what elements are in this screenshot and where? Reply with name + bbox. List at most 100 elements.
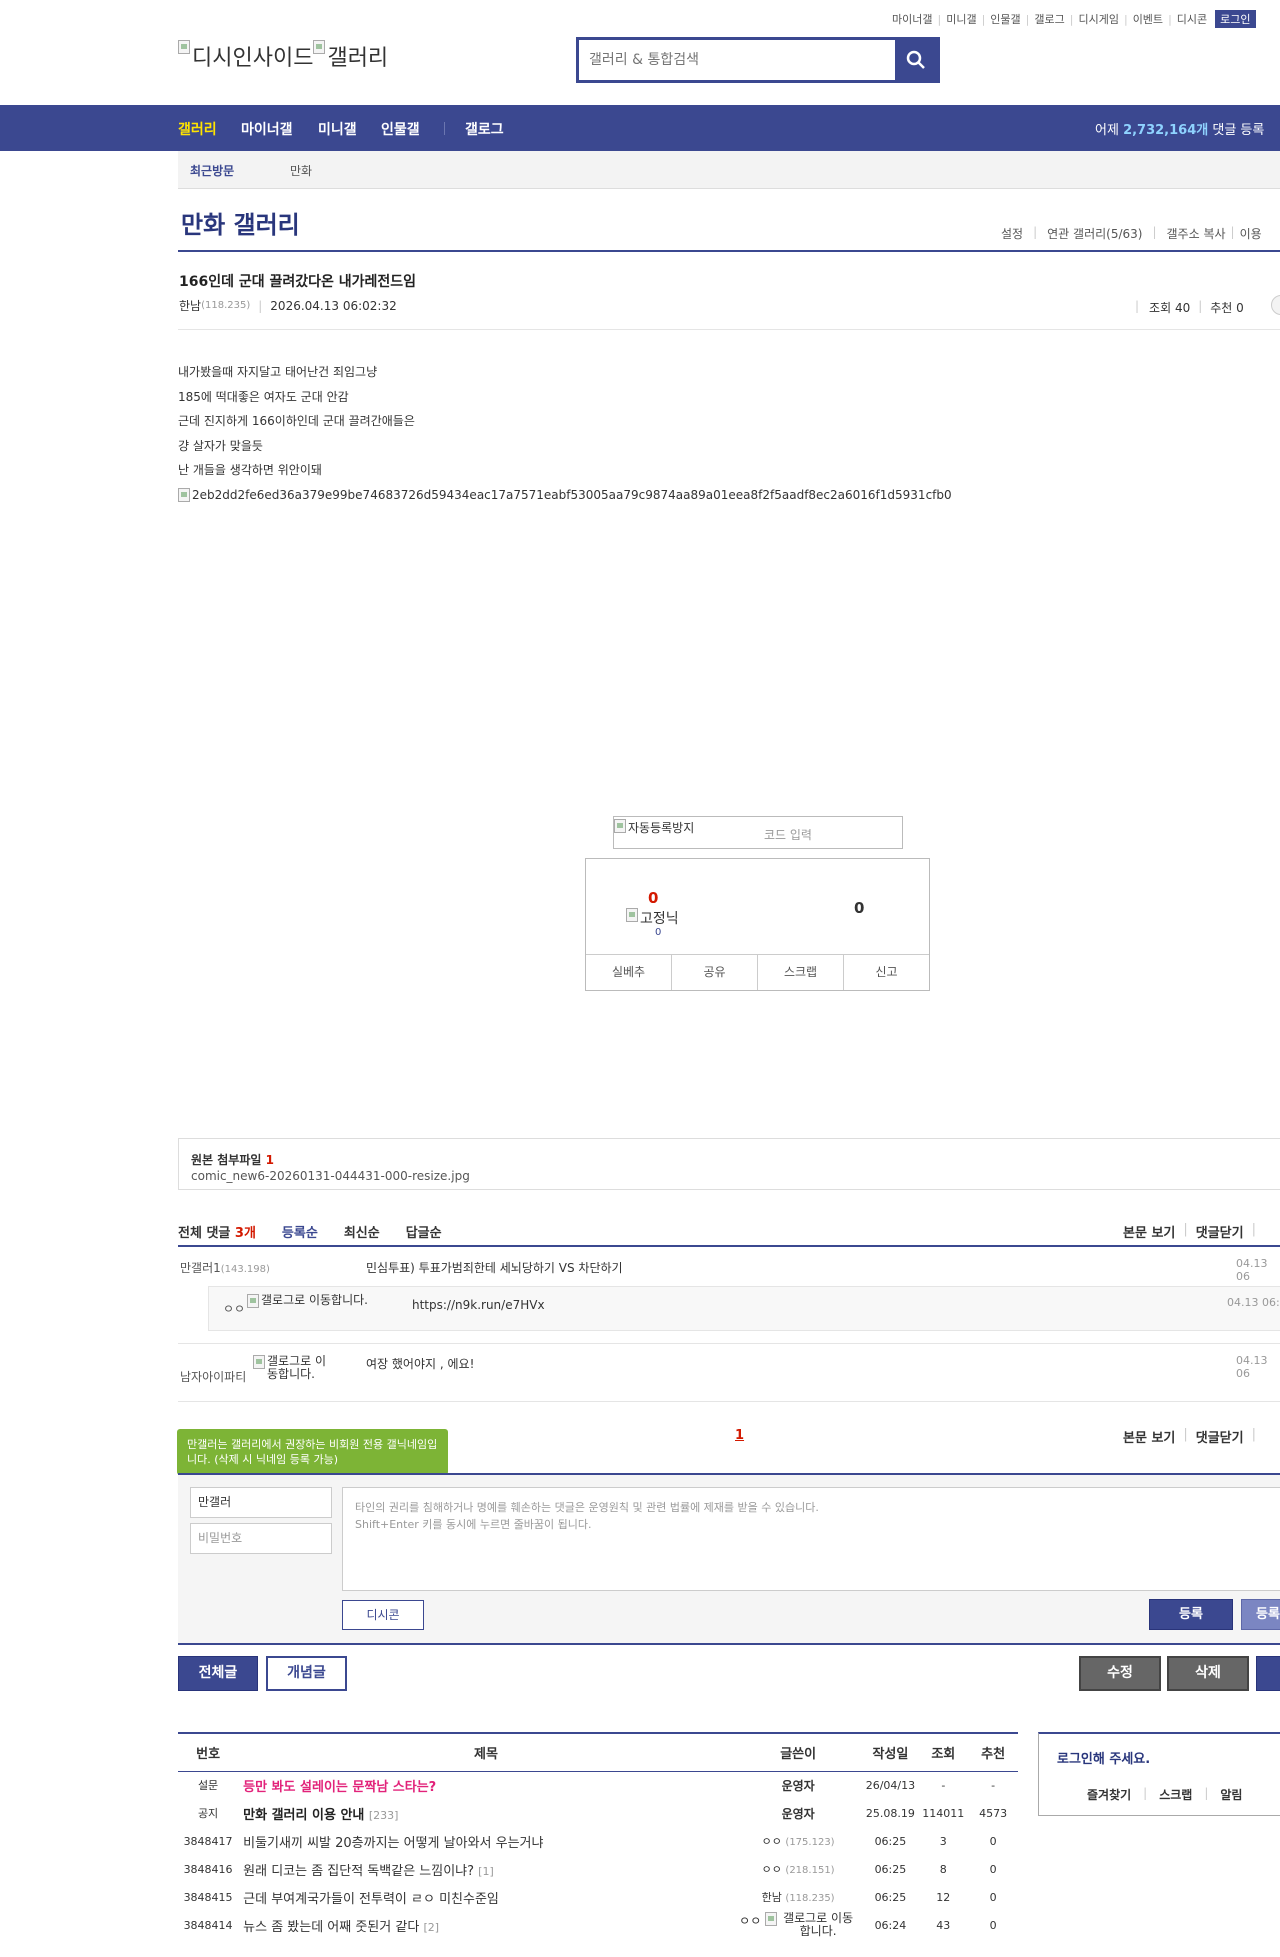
row-writer[interactable]: ㅇㅇ 갤로그로 이동합니다. [734, 1911, 863, 1939]
row-title[interactable]: 근데 부여계국가들이 전투력이 ㄹㅇ 미친수준임 [238, 1883, 734, 1911]
concept-posts-button[interactable]: 개념글 [266, 1656, 347, 1691]
share-button[interactable]: 공유 [672, 955, 758, 990]
nav-gallery[interactable]: 갤러리 [178, 119, 217, 139]
main-navbar: 갤러리 마이너갤 미니갤 인물갤 갤로그 어제 2,732,164개 댓글 등록 [0, 105, 1280, 151]
login-box-links: 즐겨찾기 | 스크랩 | 알림 [1087, 1786, 1243, 1803]
comment-header: 전체 댓글 3개 등록순 최신순 답글순 [178, 1222, 442, 1241]
post-share-icon[interactable] [1271, 295, 1280, 315]
top-utility-links: 마이너갤 | 미니갤 | 인물갤 | 갤로그 | 디시게임 | 이벤트 | 디시콘 로그인 [892, 10, 1256, 28]
close-comments-link-bottom[interactable]: 댓글닫기 [1196, 1427, 1244, 1446]
edit-button[interactable]: 수정 [1079, 1656, 1161, 1691]
scrap-link[interactable]: 스크랩 [1159, 1786, 1192, 1803]
nickname-input[interactable]: 만갤러 [190, 1487, 332, 1518]
comment-author[interactable]: 만갤러1(143.198) [180, 1259, 270, 1276]
comment-submit-recommend-button[interactable]: 등록 [1241, 1599, 1280, 1630]
sort-tab-reply[interactable]: 답글순 [406, 1222, 442, 1241]
post-list-table: 번호 제목 글쓴이 작성일 조회 추천 설문 등만 봐도 설레이는 문짝남 스타… [178, 1732, 1018, 1939]
delete-button[interactable]: 삭제 [1167, 1656, 1249, 1691]
sort-tab-registered[interactable]: 등록순 [282, 1222, 318, 1241]
post-body: 내가봤을때 자지달고 태어난건 죄임그냥 185에 떡대좋은 여자도 군대 안감… [178, 360, 415, 483]
related-gallery-link[interactable]: 연관 갤러리(5/63) [1047, 225, 1142, 242]
post-recommend: 추천 0 [1210, 301, 1244, 315]
row-date: 06:25 [874, 1890, 907, 1904]
gallery-usage-link[interactable]: 이용 [1240, 225, 1262, 242]
row-writer[interactable]: 운영자 [734, 1799, 863, 1827]
row-title[interactable]: 만화 갤러리 이용 안내 [233] [238, 1799, 734, 1827]
table-row[interactable]: 3848415 근데 부여계국가들이 전투력이 ㄹㅇ 미친수준임 한남 (118… [178, 1883, 1018, 1911]
view-post-link[interactable]: 본문 보기 [1123, 1222, 1175, 1241]
comment-reply-author[interactable]: ㅇㅇ [223, 1300, 245, 1317]
post-meta: 한남 (118.235) | 2026.04.13 06:02:32 [179, 297, 397, 314]
logo-dcinside[interactable]: 디시인사이드 [178, 40, 313, 72]
table-row[interactable]: 3848417 비둘기새끼 씨발 20층까지는 어떻게 날아와서 우는거냐 ㅇㅇ… [178, 1827, 1018, 1855]
nav-gallog[interactable]: 갤로그 [465, 119, 504, 139]
post-image[interactable]: 2eb2dd2fe6ed36a379e99be74683726d59434eac… [178, 488, 952, 502]
all-posts-button[interactable]: 전체글 [178, 1656, 258, 1691]
comment-page-1[interactable]: 1 [735, 1428, 744, 1443]
gallog-link-image[interactable]: 갤로그로 이동합니다. [253, 1355, 328, 1381]
recent-visit-item[interactable]: 만화 [290, 162, 312, 179]
row-title[interactable]: 원래 디코는 좀 집단적 독백같은 느낌이냐? [1] [238, 1855, 734, 1883]
row-title[interactable]: 뉴스 좀 봤는데 어째 줏된거 같다 [2] [238, 1911, 734, 1939]
post-date: 2026.04.13 06:02:32 [270, 298, 397, 313]
notification-link[interactable]: 알림 [1220, 1786, 1242, 1803]
search-button[interactable] [895, 40, 937, 80]
table-row[interactable]: 3848416 원래 디코는 좀 집단적 독백같은 느낌이냐? [1] ㅇㅇ (… [178, 1855, 1018, 1883]
header-number: 번호 [178, 1732, 239, 1772]
comment-submit-button[interactable]: 등록 [1149, 1599, 1233, 1630]
login-box-title[interactable]: 로그인해 주세요. [1057, 1748, 1150, 1767]
gallog-link-image[interactable]: 갤로그로 이동합니다. [247, 1294, 372, 1308]
top-link-dccon[interactable]: 디시콘 [1177, 11, 1207, 27]
top-link-gallog[interactable]: 갤로그 [1034, 11, 1064, 27]
close-comments-link[interactable]: 댓글닫기 [1196, 1222, 1244, 1241]
top-link-minor-gallery[interactable]: 마이너갤 [892, 11, 932, 27]
real-best-button[interactable]: 실베추 [586, 955, 672, 990]
fixed-nick-count: 0 [655, 927, 662, 938]
top-link-dcgame[interactable]: 디시게임 [1078, 11, 1118, 27]
login-button[interactable]: 로그인 [1215, 10, 1256, 28]
logo-gallery[interactable]: 갤러리 [313, 40, 388, 72]
site-logo[interactable]: 디시인사이드 갤러리 [178, 40, 388, 72]
report-button[interactable]: 신고 [844, 955, 929, 990]
nav-minor-gallery[interactable]: 마이너갤 [241, 119, 293, 139]
gallery-title[interactable]: 만화 갤러리 [181, 205, 300, 240]
top-link-event[interactable]: 이벤트 [1133, 11, 1163, 27]
top-link-mini-gallery[interactable]: 미니갤 [946, 11, 976, 27]
row-number: 3848414 [183, 1918, 233, 1932]
gallery-title-underline [178, 250, 1280, 252]
comment-total-count: 3개 [234, 1226, 256, 1241]
comment-author[interactable]: 남자아이파티 [180, 1368, 246, 1385]
row-views: 43 [936, 1918, 951, 1932]
comment-reply-text[interactable]: https://n9k.run/e7HVx [412, 1298, 545, 1312]
copy-gallery-address-link[interactable]: 갤주소 복사 [1167, 225, 1226, 242]
search-input[interactable] [579, 40, 895, 80]
row-writer[interactable]: 한남 (118.235) [734, 1883, 863, 1911]
captcha-code-input[interactable]: 코드 입력 [764, 826, 812, 843]
view-post-link-bottom[interactable]: 본문 보기 [1123, 1427, 1175, 1446]
row-title[interactable]: 비둘기새끼 씨발 20층까지는 어떻게 날아와서 우는거냐 [238, 1827, 734, 1855]
comment-textarea[interactable]: 타인의 권리를 침해하거나 명예를 훼손하는 댓글은 운영원칙 및 관련 법률에… [342, 1487, 1280, 1591]
write-button[interactable] [1256, 1656, 1280, 1691]
table-row[interactable]: 설문 등만 봐도 설레이는 문짝남 스타는? 운영자 26/04/13 - - [178, 1771, 1018, 1799]
recommend-actions: 실베추 공유 스크랩 신고 [586, 954, 929, 990]
gallog-link-image[interactable]: 갤로그로 이동합니다. [765, 1912, 857, 1938]
favorites-link[interactable]: 즐겨찾기 [1087, 1786, 1131, 1803]
table-row[interactable]: 3848414 뉴스 좀 봤는데 어째 줏된거 같다 [2] ㅇㅇ 갤로그로 이… [178, 1911, 1018, 1939]
post-image-alt: 2eb2dd2fe6ed36a379e99be74683726d59434eac… [192, 488, 952, 502]
row-writer[interactable]: ㅇㅇ (175.123) [734, 1827, 863, 1855]
sort-tab-latest[interactable]: 최신순 [344, 1222, 380, 1241]
password-input[interactable]: 비밀번호 [190, 1523, 332, 1554]
scrap-button[interactable]: 스크랩 [758, 955, 844, 990]
comment-divider [178, 1343, 1280, 1344]
row-writer[interactable]: 운영자 [734, 1771, 863, 1799]
nav-mini-gallery[interactable]: 미니갤 [318, 119, 357, 139]
dccon-button[interactable]: 디시콘 [342, 1600, 424, 1630]
nav-person-gallery[interactable]: 인물갤 [381, 119, 420, 139]
row-title[interactable]: 등만 봐도 설레이는 문짝남 스타는? [238, 1771, 734, 1799]
gallery-settings-link[interactable]: 설정 [1001, 225, 1023, 242]
post-author[interactable]: 한남 [179, 297, 201, 314]
row-writer[interactable]: ㅇㅇ (218.151) [734, 1855, 863, 1883]
table-row[interactable]: 공지 만화 갤러리 이용 안내 [233] 운영자 25.08.19 11401… [178, 1799, 1018, 1827]
top-link-person-gallery[interactable]: 인물갤 [990, 11, 1020, 27]
attachment-file-link[interactable]: comic_new6-20260131-044431-000-resize.jp… [191, 1169, 470, 1183]
